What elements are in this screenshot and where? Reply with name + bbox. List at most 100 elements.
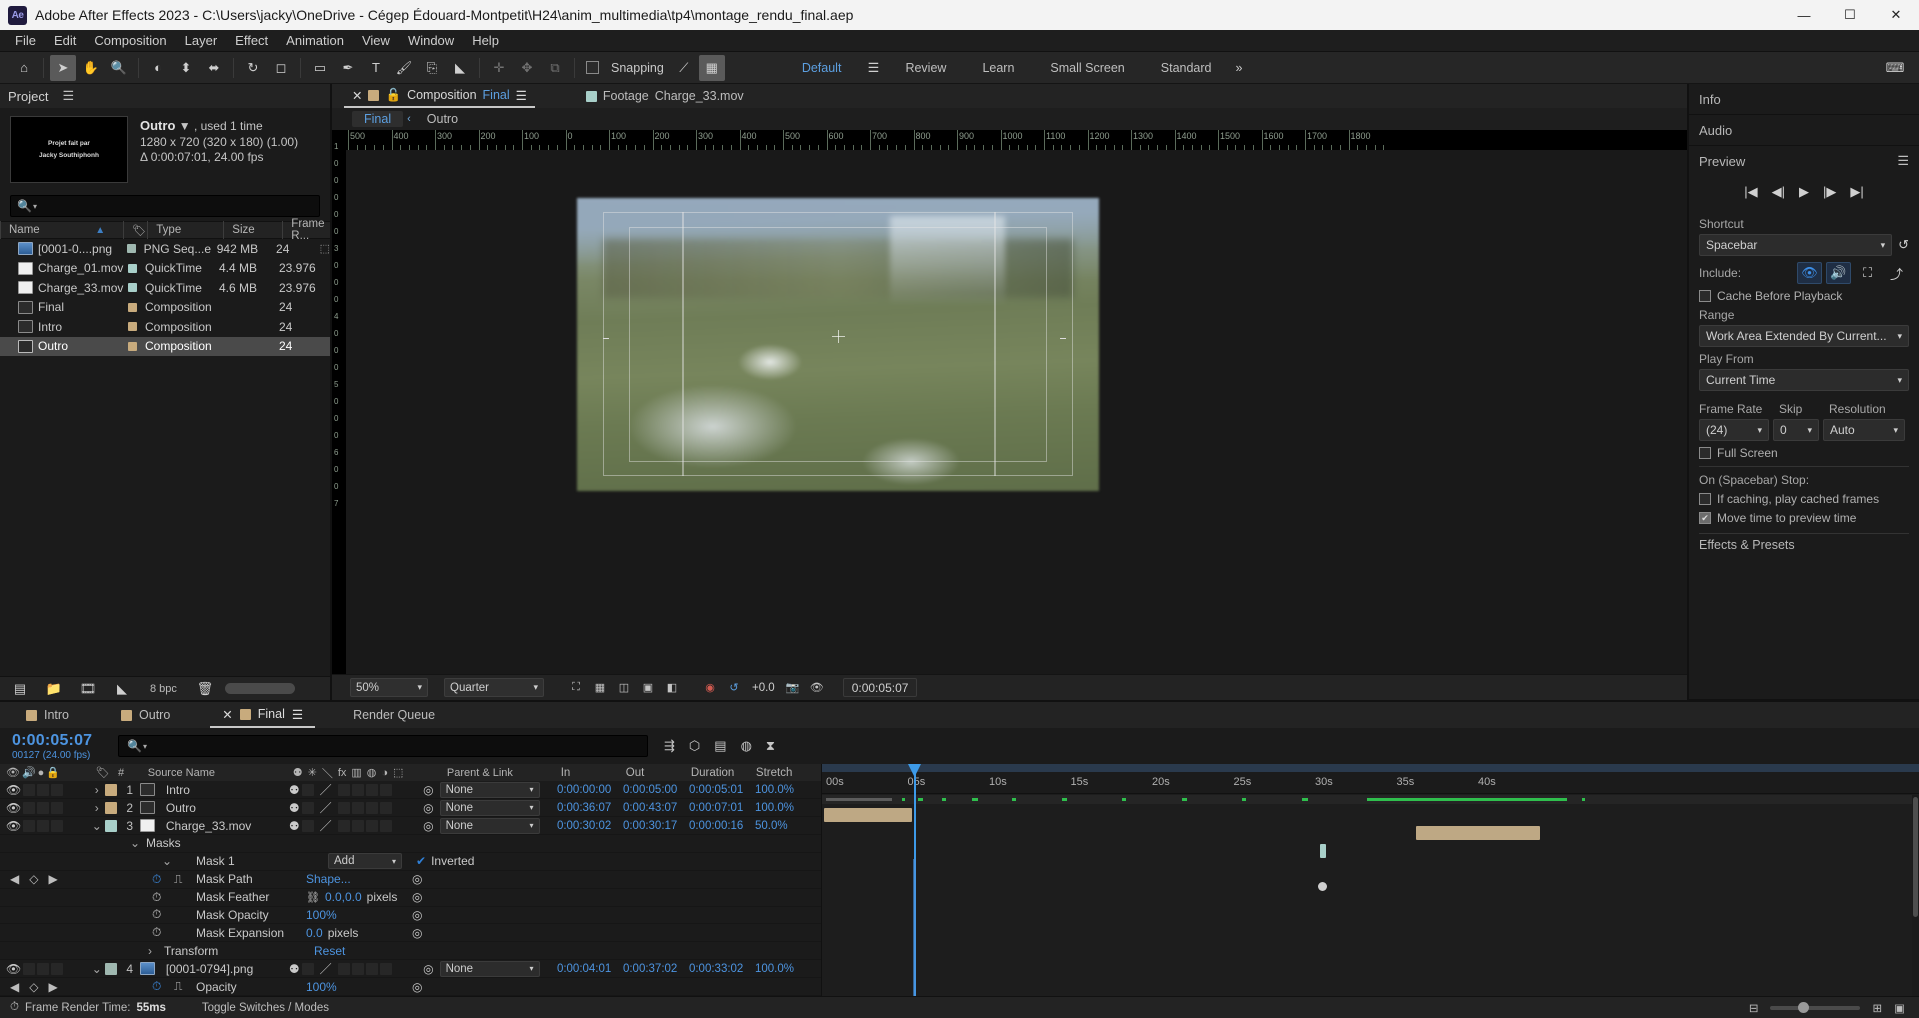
project-tab[interactable]: Project bbox=[8, 89, 48, 104]
adjustment-toggle[interactable] bbox=[379, 783, 392, 796]
pen-tool-icon[interactable]: ✒ bbox=[335, 55, 361, 81]
range-select[interactable]: Work Area Extended By Current... ▾ bbox=[1699, 325, 1909, 347]
parent-select[interactable]: None ▾ bbox=[439, 960, 540, 977]
workspace-menu-icon[interactable]: ☰ bbox=[860, 55, 886, 81]
property-value[interactable]: 100% bbox=[292, 908, 412, 922]
viewer-panel-menu-icon[interactable]: ☰ bbox=[516, 88, 527, 103]
workspace-overflow-icon[interactable]: » bbox=[1230, 61, 1249, 75]
left-handle-icon[interactable] bbox=[603, 338, 609, 339]
adjustment-toggle[interactable] bbox=[379, 801, 392, 814]
layer-name[interactable]: Outro bbox=[166, 801, 196, 815]
layer-audio-toggle[interactable] bbox=[23, 819, 36, 832]
type-tool-icon[interactable]: T bbox=[363, 55, 389, 81]
hand-tool-icon[interactable]: ✋ bbox=[78, 55, 104, 81]
horizontal-ruler[interactable]: 500 400 300 200 100 0 100 200 300 400 500 600 700 800… bbox=[346, 130, 1687, 150]
mask-name[interactable]: Mask 1 bbox=[196, 854, 322, 868]
breadcrumb-final[interactable]: Final bbox=[352, 111, 404, 127]
layer-name[interactable]: Intro bbox=[166, 783, 190, 797]
prev-keyframe-icon[interactable]: ◀ bbox=[10, 872, 19, 886]
adjustment-toggle[interactable] bbox=[379, 962, 392, 975]
stopwatch-icon[interactable]: ⏱ bbox=[152, 925, 174, 940]
parent-select[interactable]: None ▾ bbox=[439, 817, 540, 834]
layer-bar-intro[interactable] bbox=[824, 808, 912, 822]
timeline-tab-outro[interactable]: Outro bbox=[109, 702, 182, 728]
timeline-time-ruler[interactable]: 00s 05s 10s 15s 20s 25s 30s 35s 40s bbox=[822, 764, 1919, 794]
exposure-value[interactable]: +0.0 bbox=[748, 682, 779, 694]
parent-select[interactable]: None ▾ bbox=[439, 799, 540, 816]
workspace-default[interactable]: Default bbox=[784, 61, 860, 75]
stopwatch-icon[interactable]: ⏱ bbox=[152, 907, 174, 922]
menu-item-view[interactable]: View bbox=[353, 31, 399, 50]
interpret-footage-icon[interactable]: ▤ bbox=[7, 676, 33, 702]
column-header-framerate[interactable]: Frame R... bbox=[282, 218, 330, 242]
layer-solo-toggle[interactable] bbox=[37, 819, 50, 832]
next-keyframe-icon[interactable]: ▶ bbox=[48, 980, 57, 994]
property-row-mask-opacity[interactable]: ⏱ Mask Opacity 100% ◎ bbox=[0, 906, 821, 925]
effects-presets-header[interactable]: Effects & Presets bbox=[1699, 538, 1909, 552]
menu-item-file[interactable]: File bbox=[6, 31, 45, 50]
rotation-tool-icon[interactable]: ↻ bbox=[240, 55, 266, 81]
viewer-timecode[interactable]: 0:00:05:07 bbox=[842, 678, 918, 697]
next-keyframe-icon[interactable]: ▶ bbox=[48, 872, 57, 886]
property-pickwhip-icon[interactable]: ◎ bbox=[412, 980, 422, 994]
stopwatch-icon[interactable]: ⏱ bbox=[152, 872, 174, 887]
layer-out-point[interactable]: 0:00:05:00 bbox=[623, 784, 689, 796]
column-header-out[interactable]: Out bbox=[626, 767, 691, 779]
parent-pickwhip-icon[interactable]: ◎ bbox=[423, 783, 433, 797]
tab-footage-charge33[interactable]: Footage Charge_33.mov bbox=[578, 84, 752, 108]
live-update-icon[interactable]: ⇶ bbox=[664, 738, 675, 754]
table-row[interactable]: 👁 ⌄ 4 [0001-0794].png ⚉ ／ ◎ None ▾ 0:00:… bbox=[0, 960, 821, 979]
collapse-toggle[interactable] bbox=[301, 819, 314, 832]
close-icon[interactable]: ✕ bbox=[222, 707, 232, 722]
menu-item-effect[interactable]: Effect bbox=[226, 31, 277, 50]
shy-toggle[interactable]: ⚉ bbox=[289, 783, 300, 797]
timeline-vertical-scrollbar[interactable] bbox=[1912, 795, 1919, 996]
timeline-tab-intro[interactable]: Intro bbox=[14, 702, 81, 728]
composition-canvas[interactable] bbox=[346, 150, 1687, 674]
column-header-duration[interactable]: Duration bbox=[691, 767, 756, 779]
quality-toggle[interactable]: ／ bbox=[316, 799, 336, 816]
layer-stretch[interactable]: 100.0% bbox=[755, 963, 821, 975]
current-time-display[interactable]: 0:00:05:07 00127 (24.00 fps) bbox=[0, 732, 110, 761]
eraser-tool-icon[interactable]: ◣ bbox=[447, 55, 473, 81]
menu-item-layer[interactable]: Layer bbox=[176, 31, 227, 50]
layer-in-point[interactable]: 0:00:04:01 bbox=[557, 963, 623, 975]
region-of-interest-icon[interactable]: ⛶ bbox=[566, 678, 586, 697]
menu-item-animation[interactable]: Animation bbox=[277, 31, 353, 50]
label-color-swatch[interactable] bbox=[128, 302, 137, 312]
layer-name[interactable]: Charge_33.mov bbox=[166, 819, 251, 833]
graph-editor-property-icon[interactable]: ⎍ bbox=[174, 979, 196, 994]
zoom-out-timeline-icon[interactable]: ⊟ bbox=[1749, 1001, 1759, 1015]
column-header-source-name[interactable]: Source Name bbox=[140, 767, 289, 779]
menu-item-edit[interactable]: Edit bbox=[45, 31, 85, 50]
motion-blur-toggle[interactable] bbox=[365, 962, 378, 975]
property-group-transform[interactable]: › Transform Reset bbox=[0, 942, 821, 961]
selection-tool-icon[interactable]: ➤ bbox=[50, 54, 76, 81]
puppet-overlap-icon[interactable]: ⧉ bbox=[542, 55, 568, 81]
new-composition-icon[interactable]: 🎞 bbox=[75, 676, 101, 702]
timeline-search-input[interactable]: 🔍 ▾ bbox=[118, 735, 648, 757]
include-audio-icon[interactable]: 🔊 bbox=[1826, 262, 1851, 284]
layer-duration[interactable]: 0:00:33:02 bbox=[689, 963, 755, 975]
menu-item-composition[interactable]: Composition bbox=[85, 31, 175, 50]
timeline-zoom-slider[interactable] bbox=[1770, 1001, 1861, 1013]
view-layout-icon[interactable]: ▣ bbox=[638, 678, 658, 697]
column-header-number[interactable]: # bbox=[118, 767, 140, 779]
include-video-icon[interactable]: 👁 bbox=[1797, 262, 1822, 284]
layer-solo-toggle[interactable] bbox=[37, 783, 50, 796]
mask-mode-select[interactable]: Add ▾ bbox=[328, 853, 402, 870]
quality-toggle[interactable]: ／ bbox=[316, 960, 336, 977]
layer-lock-toggle[interactable] bbox=[51, 962, 64, 975]
keyframe-toggle-icon[interactable]: ◇ bbox=[29, 872, 38, 886]
hide-shy-layers-icon[interactable]: ▤ bbox=[714, 738, 726, 754]
keyframe-mask-path[interactable] bbox=[1318, 882, 1327, 891]
prev-keyframe-icon[interactable]: ◀ bbox=[10, 980, 19, 994]
label-color-swatch[interactable] bbox=[128, 322, 137, 332]
minimize-button[interactable]: — bbox=[1781, 0, 1827, 30]
lock-icon[interactable]: 🔓 bbox=[385, 88, 401, 103]
effects-toggle[interactable] bbox=[337, 783, 350, 796]
puppet-starch-icon[interactable]: ✥ bbox=[514, 55, 540, 81]
project-search-input[interactable]: 🔍 ▾ bbox=[10, 195, 320, 217]
project-row-3[interactable]: Final Composition 24 bbox=[0, 298, 330, 318]
motion-blur-toggle[interactable] bbox=[365, 819, 378, 832]
